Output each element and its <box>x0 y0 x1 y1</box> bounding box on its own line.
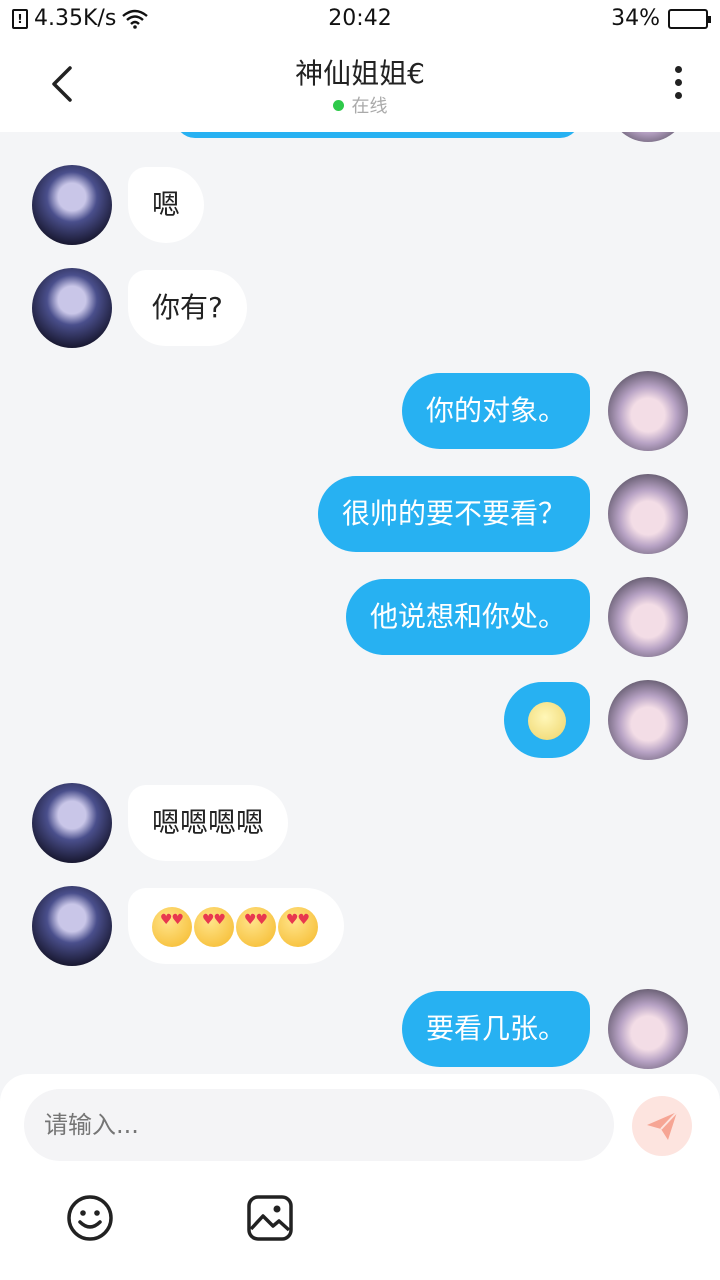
avatar[interactable] <box>32 783 112 863</box>
smiley-icon[interactable] <box>66 1194 114 1242</box>
message-bubble[interactable]: 你有? <box>128 270 247 346</box>
message-row <box>32 886 344 966</box>
message-bubble-partial <box>175 132 580 138</box>
avatar[interactable] <box>608 680 688 760</box>
message-bubble[interactable]: 嗯 <box>128 167 205 243</box>
avatar <box>608 132 688 142</box>
battery-percent: 34% <box>611 6 660 31</box>
image-icon[interactable] <box>246 1194 294 1242</box>
message-row: 你有? <box>32 268 247 348</box>
contact-name: 神仙姐姐€ <box>295 57 425 90</box>
message-row <box>504 680 688 760</box>
heart-eyes-emoji-icon <box>152 907 192 947</box>
moon-face-emoji-icon <box>528 702 566 740</box>
message-row: 要看几张。 <box>401 989 688 1069</box>
composer <box>0 1074 720 1280</box>
message-list[interactable]: 嗯 你有? 你的对象。 很帅的要不要看？ 他说想和你处。 嗯嗯嗯嗯 要看几张。 <box>0 132 720 1074</box>
message-bubble[interactable]: 很帅的要不要看？ <box>317 476 590 552</box>
message-row: 很帅的要不要看？ <box>317 474 688 554</box>
message-bubble[interactable] <box>504 682 590 758</box>
message-bubble[interactable]: 嗯嗯嗯嗯 <box>128 785 289 861</box>
message-row: 你的对象。 <box>401 371 688 451</box>
message-row: 嗯 <box>32 165 205 245</box>
avatar[interactable] <box>608 989 688 1069</box>
send-icon <box>647 1111 678 1140</box>
avatar[interactable] <box>32 886 112 966</box>
more-options-button[interactable] <box>672 66 684 106</box>
battery-icon <box>668 8 711 29</box>
message-bubble[interactable] <box>128 888 344 964</box>
avatar[interactable] <box>32 268 112 348</box>
message-row: 嗯嗯嗯嗯 <box>32 783 289 863</box>
message-bubble[interactable]: 他说想和你处。 <box>345 579 590 655</box>
heart-eyes-emoji-icon <box>278 907 318 947</box>
message-row: 他说想和你处。 <box>345 577 688 657</box>
avatar[interactable] <box>608 474 688 554</box>
heart-eyes-emoji-icon <box>236 907 276 947</box>
online-dot-icon <box>332 100 344 111</box>
online-label: 在线 <box>351 96 388 117</box>
online-status: 在线 <box>0 92 720 118</box>
message-bubble[interactable]: 要看几张。 <box>401 991 590 1067</box>
heart-eyes-emoji-icon <box>194 907 234 947</box>
avatar[interactable] <box>608 577 688 657</box>
status-bar: ! 4.35K/s 20:42 34% <box>0 0 720 38</box>
send-button[interactable] <box>632 1096 692 1156</box>
chat-header: 神仙姐姐€ 在线 <box>0 38 720 132</box>
message-bubble[interactable]: 你的对象。 <box>401 373 590 449</box>
avatar[interactable] <box>608 371 688 451</box>
avatar[interactable] <box>32 165 112 245</box>
message-input[interactable] <box>24 1089 614 1161</box>
